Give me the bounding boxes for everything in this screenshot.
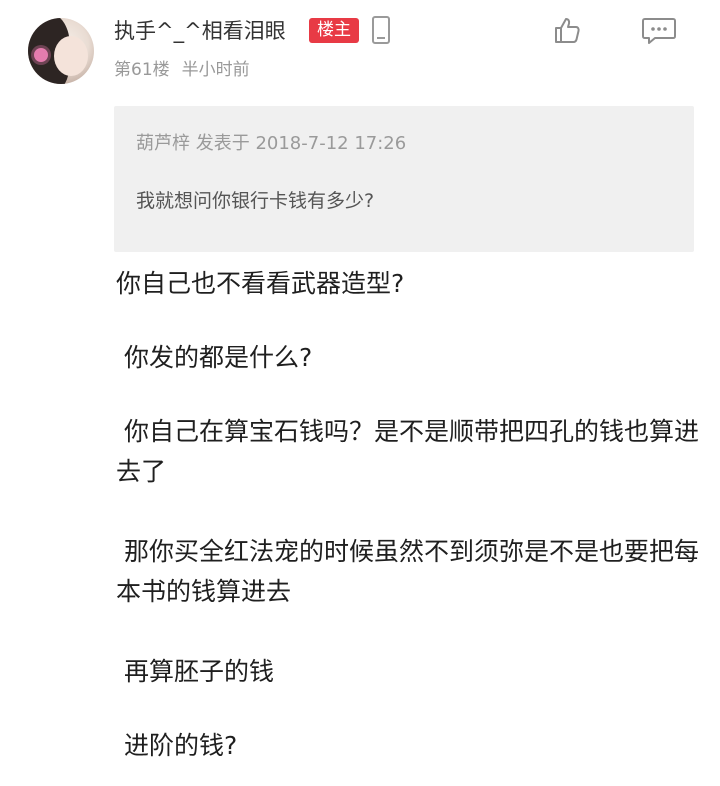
quote-header: 葫芦梓 发表于 2018-7-12 17:26 <box>136 133 407 154</box>
avatar-face <box>54 36 88 76</box>
post-meta: 第61楼 半小时前 <box>114 58 250 82</box>
phone-icon <box>372 16 390 44</box>
post-time: 半小时前 <box>181 60 250 80</box>
post-paragraph: 你自己也不看看武器造型? <box>116 269 405 298</box>
quoted-reply: 葫芦梓 发表于 2018-7-12 17:26 我就想问你银行卡钱有多少? <box>114 106 694 252</box>
avatar-flower <box>34 48 48 62</box>
host-badge: 楼主 <box>309 18 359 43</box>
post-paragraph: 你自己在算宝石钱吗？是不是顺带把四孔的钱也算进去了 <box>116 417 699 486</box>
post-paragraph: 再算胚子的钱 <box>116 657 274 686</box>
thumbs-up-icon[interactable] <box>553 16 581 44</box>
post-paragraph: 那你买全红法宠的时候虽然不到须弥是不是也要把每本书的钱算进去 <box>116 537 699 606</box>
post-paragraph: 你发的都是什么? <box>116 343 313 372</box>
comment-icon[interactable] <box>641 17 677 45</box>
floor-number: 第61楼 <box>114 60 170 80</box>
avatar[interactable] <box>28 18 94 84</box>
post-paragraph: 进阶的钱? <box>116 731 238 760</box>
username[interactable]: 执手^_^相看泪眼 <box>114 16 286 46</box>
quote-text: 我就想问你银行卡钱有多少? <box>136 190 375 212</box>
